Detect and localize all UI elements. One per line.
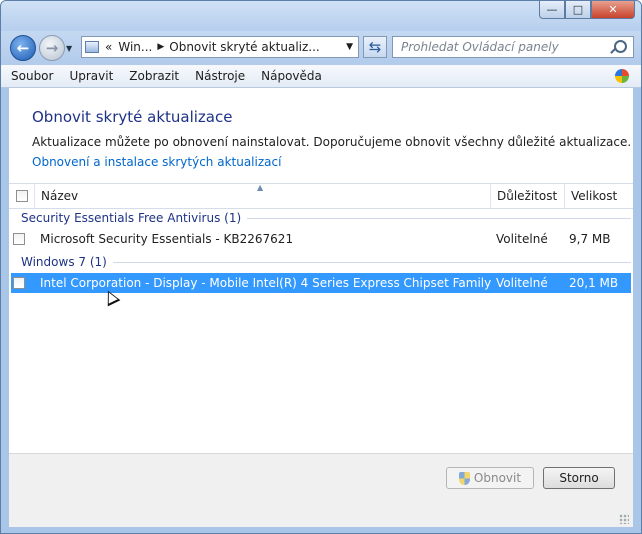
- address-bar[interactable]: « Win... ▶ Obnovit skryté aktualiz... ▼: [81, 36, 359, 58]
- refresh-icon: ⇆: [368, 38, 382, 56]
- menu-zobrazit[interactable]: Zobrazit: [129, 69, 179, 83]
- update-size: 20,1 MB: [569, 276, 619, 290]
- uac-shield-icon: [458, 471, 470, 485]
- breadcrumb-item-current[interactable]: Obnovit skryté aktualiz...: [169, 40, 319, 54]
- menu-napoveda[interactable]: Nápověda: [261, 69, 322, 83]
- column-header-size[interactable]: Velikost: [565, 184, 633, 208]
- restore-button[interactable]: Obnovit: [446, 467, 534, 489]
- page-description: Aktualizace můžete po obnovení nainstalo…: [32, 135, 632, 149]
- refresh-button[interactable]: ⇆: [363, 36, 387, 58]
- list-header: ▲ Název Důležitost Velikost: [9, 183, 633, 209]
- search-icon[interactable]: [614, 40, 627, 53]
- group-title: Security Essentials Free Antivirus (1): [21, 211, 242, 225]
- navigation-bar: ← → ▼ « Win... ▶ Obnovit skryté aktualiz…: [1, 31, 641, 65]
- restore-install-link[interactable]: Obnovení a instalace skrytých aktualizac…: [32, 155, 281, 169]
- search-box[interactable]: Prohledat Ovládací panely: [392, 36, 634, 58]
- breadcrumb-item-windows[interactable]: Win...: [118, 40, 152, 54]
- menu-nastroje[interactable]: Nástroje: [195, 69, 245, 83]
- update-name: Microsoft Security Essentials - KB226762…: [40, 232, 294, 246]
- update-row-selected[interactable]: Intel Corporation - Display - Mobile Int…: [11, 273, 631, 293]
- cancel-button-label: Storno: [559, 471, 599, 485]
- page-title: Obnovit skryté aktualizace: [32, 108, 233, 126]
- back-button[interactable]: ←: [10, 35, 36, 61]
- update-name: Intel Corporation - Display - Mobile Int…: [40, 276, 492, 290]
- cancel-button[interactable]: Storno: [543, 467, 615, 489]
- column-header-name[interactable]: ▲ Název: [35, 183, 491, 208]
- update-row[interactable]: Microsoft Security Essentials - KB226762…: [11, 229, 631, 249]
- dialog-footer: Obnovit Storno: [9, 453, 633, 527]
- forward-button[interactable]: →: [39, 35, 65, 61]
- update-importance: Volitelné: [496, 276, 548, 290]
- minimize-button[interactable]: —: [539, 1, 565, 19]
- column-header-importance[interactable]: Důležitost: [491, 184, 565, 208]
- menu-upravit[interactable]: Upravit: [69, 69, 113, 83]
- close-button[interactable]: ✕: [591, 1, 635, 19]
- update-size: 9,7 MB: [569, 232, 611, 246]
- group-divider: [112, 261, 631, 263]
- group-divider: [247, 217, 631, 219]
- back-arrow-icon: ←: [16, 39, 30, 57]
- windows-logo-icon[interactable]: [615, 69, 629, 83]
- control-panel-icon: [85, 41, 99, 53]
- breadcrumb-separator-icon[interactable]: ▶: [157, 42, 164, 52]
- menu-soubor[interactable]: Soubor: [11, 69, 53, 83]
- forward-arrow-icon: →: [45, 39, 59, 57]
- recent-pages-dropdown[interactable]: ▼: [66, 44, 72, 53]
- resize-grip-icon[interactable]: [619, 514, 629, 524]
- update-checkbox[interactable]: [13, 233, 25, 245]
- title-bar: — □ ✕: [1, 1, 641, 31]
- maximize-button[interactable]: □: [565, 1, 591, 19]
- address-dropdown-icon[interactable]: ▼: [346, 42, 353, 52]
- group-title: Windows 7 (1): [21, 255, 107, 269]
- update-importance: Volitelné: [496, 232, 548, 246]
- update-checkbox[interactable]: [13, 277, 25, 289]
- caption-buttons: — □ ✕: [539, 1, 635, 19]
- search-input[interactable]: Prohledat Ovládací panely: [401, 40, 559, 54]
- control-panel-window: — □ ✕ ← → ▼ « Win... ▶ Obnovit skryté ak…: [0, 0, 642, 534]
- group-header-security-essentials[interactable]: Security Essentials Free Antivirus (1): [21, 211, 631, 225]
- sort-ascending-icon: ▲: [257, 183, 264, 192]
- column-header-importance-label: Důležitost: [497, 189, 558, 203]
- menu-bar: Soubor Upravit Zobrazit Nástroje Nápověd…: [1, 65, 641, 88]
- select-all-checkbox[interactable]: [16, 190, 28, 202]
- restore-button-label: Obnovit: [473, 471, 522, 485]
- column-header-name-label: Název: [41, 189, 79, 203]
- breadcrumb-overflow[interactable]: «: [105, 40, 112, 54]
- group-header-windows-7[interactable]: Windows 7 (1): [21, 255, 631, 269]
- column-header-size-label: Velikost: [571, 189, 618, 203]
- select-all-cell: [9, 184, 35, 208]
